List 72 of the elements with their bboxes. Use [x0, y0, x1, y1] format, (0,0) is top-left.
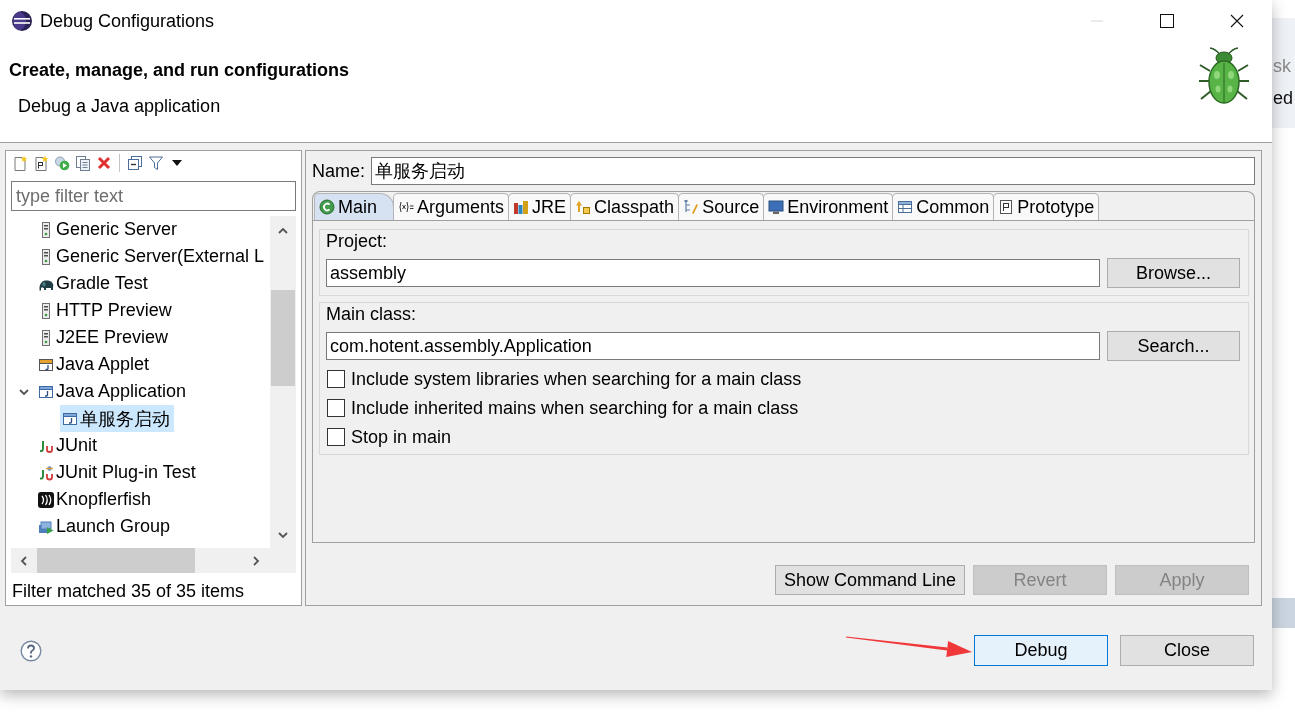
tab[interactable]: Arguments [393, 193, 510, 220]
junit-plugin-icon [38, 464, 54, 481]
tree-item[interactable]: Gradle Test [36, 270, 152, 297]
tab[interactable]: Prototype [993, 193, 1100, 220]
tab[interactable]: Common [892, 193, 995, 220]
scroll-down-icon[interactable] [277, 529, 289, 541]
group-label: Main class: [326, 303, 417, 325]
header-title: Create, manage, and run configurations [9, 59, 350, 82]
maximize-icon[interactable] [1160, 14, 1174, 28]
new-file-icon[interactable] [12, 155, 28, 171]
eclipse-logo-icon [11, 10, 33, 32]
prototype-icon [998, 199, 1015, 215]
tree-item[interactable]: JUnit Plug-in Test [36, 459, 200, 486]
scrollbar-thumb[interactable] [271, 290, 295, 386]
books-icon [513, 199, 530, 215]
help-icon[interactable] [20, 640, 42, 662]
tab[interactable]: Environment [763, 193, 894, 220]
tab[interactable]: Main [314, 193, 394, 220]
scroll-right-icon[interactable] [250, 554, 262, 567]
filter-icon[interactable] [148, 155, 164, 171]
tree-item[interactable]: Generic Server(External L [36, 243, 269, 270]
filter-status: Filter matched 35 of 35 items [11, 580, 246, 603]
option-label: Stop in main [351, 425, 452, 448]
table-icon [897, 199, 914, 215]
scroll-left-icon[interactable] [18, 554, 30, 567]
jar-arrow-icon [575, 199, 592, 215]
class-icon [319, 199, 335, 215]
tree-item[interactable]: Generic Server [36, 216, 182, 243]
tree-item[interactable]: Launch Group [36, 513, 175, 540]
header-message: Debug a Java application [18, 95, 221, 118]
tab[interactable]: JRE [508, 193, 572, 220]
waves-icon [38, 491, 54, 508]
checkbox[interactable] [327, 398, 345, 417]
tree-item[interactable]: Knopflerfish [36, 486, 156, 513]
checkbox[interactable] [327, 427, 345, 446]
browse-button[interactable]: Browse... [1107, 258, 1240, 288]
copy-icon[interactable] [75, 155, 91, 171]
tree-item[interactable]: Java Application [36, 378, 191, 405]
main-class-field[interactable]: com.hotent.assembly.Application [326, 332, 1100, 360]
window-title: Debug Configurations [40, 10, 215, 32]
launch-group-icon [38, 518, 54, 535]
action-button[interactable]: Show Command Line [775, 565, 965, 595]
tree-item[interactable]: HTTP Preview [36, 297, 176, 324]
name-field[interactable]: 单服务启动 [371, 157, 1255, 185]
search-button[interactable]: Search... [1107, 331, 1240, 361]
delete-icon[interactable] [96, 155, 112, 171]
option-label: Include system libraries when searching for a main class [351, 367, 802, 390]
dialog-button[interactable]: Debug [974, 635, 1108, 666]
tree-item[interactable]: JUnit [36, 432, 101, 459]
close-icon[interactable] [1230, 14, 1244, 28]
filter-field[interactable]: type filter text [11, 181, 296, 211]
tab[interactable]: Source [678, 193, 765, 220]
background-text: sk [1273, 56, 1292, 76]
tree-item[interactable]: 单服务启动 [60, 405, 174, 432]
tree-item[interactable]: J2EE Preview [36, 324, 173, 351]
monitor-icon [768, 199, 785, 215]
name-label: Name: [312, 160, 365, 182]
dialog-button[interactable]: Close [1120, 635, 1254, 666]
variable-icon [398, 199, 414, 215]
collapse-icon[interactable] [127, 155, 143, 171]
hierarchy-icon [683, 199, 700, 215]
checkbox[interactable] [327, 369, 345, 388]
background-bar [1272, 598, 1295, 628]
scrollbar-thumb[interactable] [37, 548, 195, 573]
background-text: ed [1273, 88, 1295, 108]
duplicate-icon[interactable] [54, 155, 70, 171]
project-field[interactable]: assembly [326, 259, 1100, 287]
new-prototype-icon[interactable] [33, 155, 49, 171]
tab[interactable]: Classpath [570, 193, 680, 220]
tree-item[interactable]: Java Applet [36, 351, 154, 378]
option-label: Include inherited mains when searching for a main class [351, 396, 799, 419]
group-label: Project: [326, 230, 388, 252]
